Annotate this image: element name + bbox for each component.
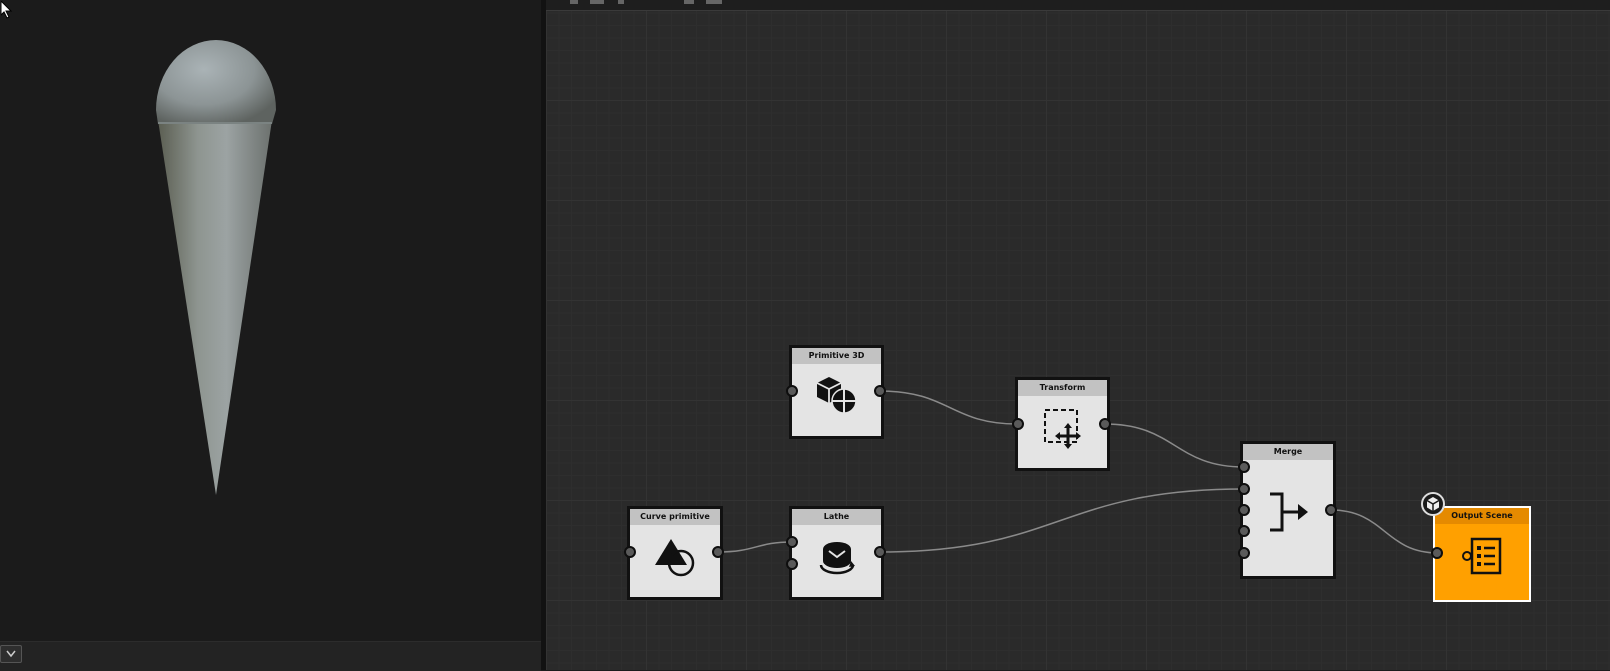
3d-viewport[interactable] [0,0,541,670]
view-mode-dropdown[interactable] [0,645,22,663]
node-title: Transform [1018,380,1107,396]
lathe-output-port[interactable] [874,546,886,558]
move-selection-icon [1043,409,1081,449]
node-transform[interactable]: Transform [1015,377,1110,471]
merge-arrow-icon [1270,492,1308,532]
primitive3d-input-port[interactable] [786,385,798,397]
graph-toolbar [546,0,1610,11]
list-output-icon [1462,537,1502,575]
toolbar-tool-3[interactable] [618,0,624,4]
cube-sphere-icon [816,377,857,414]
lathe-input-port-2[interactable] [786,558,798,570]
toolbar-tool-1[interactable] [570,0,578,4]
node-merge[interactable]: Merge [1240,441,1336,579]
node-lathe[interactable]: Lathe [789,506,884,600]
node-title: Lathe [792,509,881,525]
output-scene-input-port[interactable] [1431,547,1443,559]
node-primitive-3d[interactable]: Primitive 3D [789,345,884,439]
merge-input-port-2[interactable] [1238,483,1250,495]
curve-primitive-output-port[interactable] [712,546,724,558]
node-title: Merge [1243,444,1333,460]
merge-output-port[interactable] [1325,504,1337,516]
cube-badge-icon [1421,492,1445,516]
toolbar-tool-5[interactable] [706,0,722,4]
node-title: Curve primitive [630,509,720,525]
viewport-status-bar [0,641,541,671]
node-title: Primitive 3D [792,348,881,364]
lathe-input-port-1[interactable] [786,536,798,548]
node-curve-primitive[interactable]: Curve primitive [627,506,723,600]
merge-input-port-1[interactable] [1238,461,1250,473]
merge-input-port-3[interactable] [1238,504,1250,516]
curve-primitive-input-port[interactable] [624,546,636,558]
node-title: Output Scene [1435,508,1529,524]
triangle-circle-icon [655,539,695,577]
transform-output-port[interactable] [1099,418,1111,430]
mouse-cursor-icon [1,1,13,19]
lathe-revolve-icon [819,542,855,575]
chevron-down-icon [6,650,16,658]
transform-input-port[interactable] [1012,418,1024,430]
merge-input-port-4[interactable] [1238,525,1250,537]
node-output-scene[interactable]: Output Scene [1433,506,1531,602]
toolbar-tool-2[interactable] [590,0,604,4]
primitive3d-output-port[interactable] [874,385,886,397]
cone-model [156,40,276,495]
merge-input-port-5[interactable] [1238,547,1250,559]
toolbar-tool-4[interactable] [684,0,694,4]
